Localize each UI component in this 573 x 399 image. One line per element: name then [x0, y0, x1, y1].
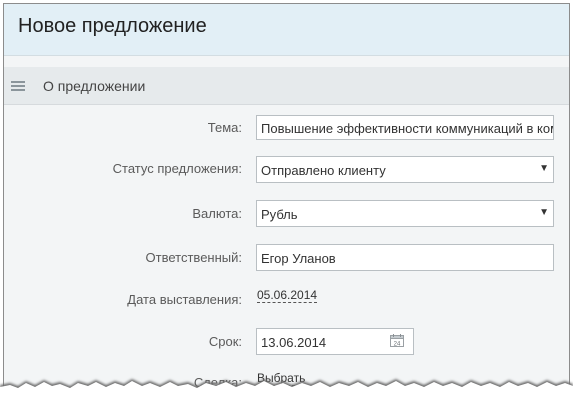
svg-text:24: 24	[394, 342, 401, 348]
section-title: О предложении	[43, 78, 146, 94]
status-value: Отправлено клиенту	[261, 163, 386, 178]
currency-select[interactable]: Рубль ▼	[256, 200, 554, 227]
dialog-title: Новое предложение	[18, 15, 207, 37]
section-header[interactable]: О предложении	[4, 67, 569, 105]
subject-value: Повышение эффективности коммуникаций в к…	[261, 121, 554, 136]
currency-value: Рубль	[261, 207, 298, 222]
triangle-down-icon: ▼	[539, 207, 549, 218]
responsible-label: Ответственный:	[145, 250, 242, 265]
due-date-label: Срок:	[208, 334, 242, 349]
triangle-down-icon: ▼	[539, 163, 549, 174]
responsible-value: Егор Уланов	[261, 251, 336, 266]
calendar-icon[interactable]: 24	[390, 334, 404, 347]
status-label: Статус предложения:	[112, 161, 242, 176]
issue-date-label: Дата выставления:	[127, 292, 242, 307]
responsible-input[interactable]: Егор Уланов	[256, 244, 554, 271]
title-bar: Новое предложение	[4, 4, 569, 56]
dialog-window: Новое предложение О предложении Тема: По…	[3, 3, 570, 397]
due-date-input[interactable]: 13.06.2014 24	[256, 328, 414, 355]
due-date-value: 13.06.2014	[261, 335, 327, 350]
subject-label: Тема:	[207, 120, 242, 135]
subject-input[interactable]: Повышение эффективности коммуникаций в к…	[256, 115, 554, 140]
hamburger-icon[interactable]	[11, 81, 25, 91]
currency-label: Валюта:	[192, 206, 242, 221]
issue-date-value[interactable]: 05.06.2014	[257, 288, 318, 303]
status-select[interactable]: Отправлено клиенту ▼	[256, 156, 554, 183]
torn-edge	[0, 379, 573, 399]
